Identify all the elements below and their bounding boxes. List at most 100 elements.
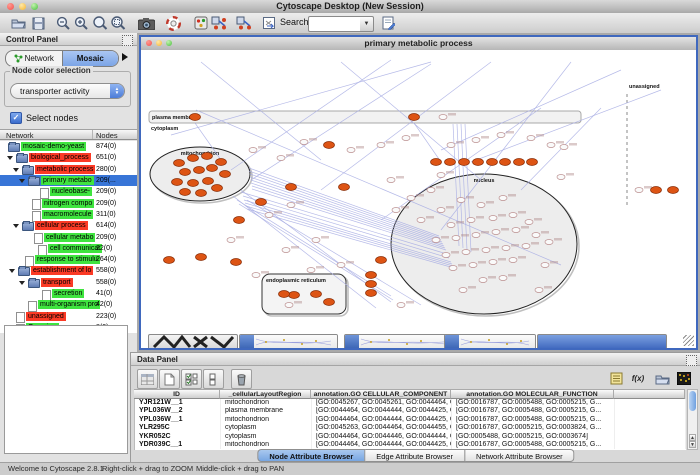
graph-node[interactable] (514, 159, 525, 166)
tree-row[interactable]: response to stimulu264(0) (0, 254, 137, 265)
graph-node[interactable] (432, 238, 440, 243)
graph-node[interactable] (287, 203, 295, 208)
attribute-list-icon[interactable] (607, 371, 625, 386)
graph-node[interactable] (347, 148, 355, 153)
zoom-in-icon[interactable] (73, 15, 90, 31)
graph-node[interactable] (489, 216, 497, 221)
birds-eye-view[interactable] (4, 325, 128, 454)
graph-node[interactable] (172, 179, 183, 186)
table-cell[interactable]: YKR052C (135, 433, 221, 441)
search-input[interactable] (308, 16, 364, 32)
tab-node-attribute-browser[interactable]: Node Attribute Browser (257, 449, 365, 462)
tree-row[interactable]: unassigned223(0) (0, 310, 137, 321)
tree-row[interactable]: nitrogen compo209(0) (0, 197, 137, 208)
tree-row[interactable]: cell communicat22(0) (0, 243, 137, 254)
graph-node[interactable] (447, 223, 455, 228)
graph-node[interactable] (366, 290, 377, 297)
tree-row-label[interactable]: response to stimulu (35, 255, 100, 264)
help-icon[interactable] (165, 15, 182, 31)
graph-node[interactable] (249, 148, 257, 153)
matrix-icon[interactable] (675, 371, 693, 386)
save-icon[interactable] (30, 15, 47, 31)
graph-node[interactable] (196, 254, 207, 261)
tree-row-label[interactable]: cell communicat (48, 244, 102, 253)
table-cell[interactable]: [GO:0016787, GO:0005488, GO:0005215, G..… (452, 407, 615, 415)
graph-node[interactable] (279, 291, 290, 298)
tab-mosaic[interactable]: Mosaic (62, 51, 119, 66)
graph-node[interactable] (467, 218, 475, 223)
graph-node[interactable] (402, 136, 410, 141)
graph-node[interactable] (473, 159, 484, 166)
table-cell[interactable]: [GO:0016787, GO:0005488, GO:0005215, G..… (452, 399, 615, 407)
minimized-network-window[interactable] (148, 334, 238, 348)
table-cell[interactable]: YLR295C (135, 424, 221, 432)
tree-row[interactable]: cellular metabo209(0) (0, 231, 137, 242)
minimized-network-window[interactable] (239, 334, 338, 348)
graph-node[interactable] (535, 288, 543, 293)
table-cell[interactable] (615, 416, 686, 424)
tree-row[interactable]: establishment of lo558(0) (0, 265, 137, 276)
graph-node[interactable] (512, 228, 520, 233)
graph-node[interactable] (651, 187, 662, 194)
zoom-fit-icon[interactable] (109, 15, 126, 31)
graph-node[interactable] (500, 159, 511, 166)
graph-node[interactable] (492, 230, 500, 235)
tree-expander-icon[interactable] (7, 156, 13, 160)
graph-node[interactable] (324, 142, 335, 149)
tab-network-attribute-browser[interactable]: Network Attribute Browser (465, 449, 575, 462)
tree-row-label[interactable]: multi-organism pro (38, 300, 100, 309)
float-panel-icon[interactable] (122, 35, 133, 46)
new-attribute-icon[interactable] (159, 369, 180, 389)
table-cell[interactable]: [GO:0016787, GO:0005488, GO:0005215, G..… (452, 416, 615, 424)
tree-row[interactable]: multi-organism pro42(0) (0, 299, 137, 310)
graph-node[interactable] (180, 169, 191, 176)
graph-node[interactable] (285, 303, 293, 308)
tree-expander-icon[interactable] (19, 281, 25, 285)
graph-node[interactable] (527, 159, 538, 166)
graph-node[interactable] (203, 178, 214, 185)
tree-row[interactable]: transport558(0) (0, 277, 137, 288)
graph-node[interactable] (449, 266, 457, 271)
graph-node[interactable] (545, 240, 553, 245)
graph-node[interactable] (194, 167, 205, 174)
graph-node[interactable] (312, 238, 320, 243)
table-row[interactable]: YKR052Ccytoplasm[GO:0044464, GO:0044446,… (135, 433, 686, 441)
search-settings-icon[interactable] (380, 15, 397, 31)
tree-row-label[interactable]: nitrogen compo (42, 199, 94, 208)
table-cell[interactable]: plasma membrane (221, 407, 312, 415)
graph-node[interactable] (207, 165, 218, 172)
table-cell[interactable]: YPL036W__2 (135, 407, 221, 415)
tree-expander-icon[interactable] (19, 179, 25, 183)
table-cell[interactable] (615, 399, 686, 407)
unselect-attributes-icon[interactable] (203, 369, 224, 389)
graph-node[interactable] (479, 278, 487, 283)
tree-row-label[interactable]: mosaic-demo-yeast (21, 142, 86, 151)
graph-node[interactable] (499, 196, 507, 201)
graph-node[interactable] (339, 184, 350, 191)
graph-node[interactable] (417, 218, 425, 223)
graph-node[interactable] (525, 220, 533, 225)
tree-row-label[interactable]: secretion (52, 289, 84, 298)
graph-node[interactable] (282, 248, 290, 253)
tree-row-label[interactable]: primary metabo (41, 176, 94, 185)
table-cell[interactable]: cytoplasm (221, 424, 312, 432)
minimized-network-window[interactable] (537, 334, 667, 348)
graph-node[interactable] (459, 288, 467, 293)
graph-node[interactable] (497, 133, 505, 138)
table-column-header[interactable]: annotation.GO CELLULAR_COMPONENT (311, 389, 451, 399)
tree-row[interactable]: nucleobase-209(0) (0, 186, 137, 197)
graph-node[interactable] (188, 155, 199, 162)
select-attributes-icon[interactable] (181, 369, 202, 389)
table-column-header[interactable]: ID (134, 389, 220, 399)
open-icon[interactable] (10, 15, 27, 31)
graph-node[interactable] (190, 114, 201, 121)
table-cell[interactable] (615, 407, 686, 415)
graph-node[interactable] (431, 159, 442, 166)
table-cell[interactable]: [GO:0005488, GO:0005215, GO:0003674] (452, 433, 615, 441)
annotation-icon[interactable] (260, 15, 277, 31)
graph-node[interactable] (337, 263, 345, 268)
function-builder-icon[interactable]: f(x) (629, 371, 647, 386)
table-cell[interactable]: mitochondrion (221, 399, 312, 407)
graph-node[interactable] (407, 196, 415, 201)
tab-edge-attribute-browser[interactable]: Edge Attribute Browser (365, 449, 465, 462)
